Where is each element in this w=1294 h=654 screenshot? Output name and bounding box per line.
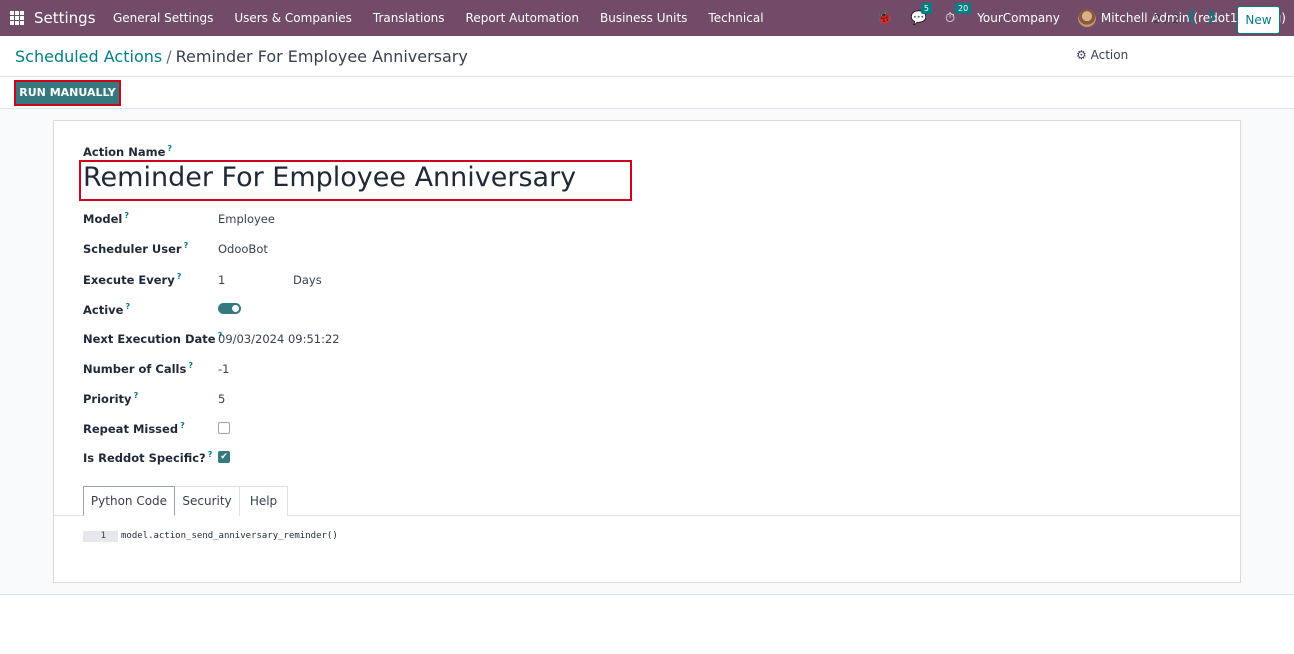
menu-report-automation[interactable]: Report Automation xyxy=(466,11,579,25)
breadcrumb: Scheduled Actions / Reminder For Employee … xyxy=(15,47,468,66)
apps-menu-icon[interactable] xyxy=(10,11,24,25)
priority-field[interactable]: 5 xyxy=(218,392,225,406)
chevron-right-icon[interactable]: ❯ xyxy=(1206,9,1217,24)
priority-label: Priority? xyxy=(83,391,139,406)
gear-icon: ⚙ xyxy=(1076,48,1087,62)
breadcrumb-separator: / xyxy=(166,47,172,66)
messages-icon[interactable]: 💬 5 xyxy=(911,2,932,26)
chevron-left-icon[interactable]: ❮ xyxy=(1186,9,1197,24)
execute-every-label: Execute Every? xyxy=(83,272,182,287)
menu-general-settings[interactable]: General Settings xyxy=(113,11,213,25)
tab-security[interactable]: Security xyxy=(174,486,240,516)
active-toggle[interactable] xyxy=(218,303,241,314)
company-switcher[interactable]: YourCompany xyxy=(977,11,1060,25)
tab-python-code[interactable]: Python Code xyxy=(83,486,175,516)
action-name-input[interactable]: Reminder For Employee Anniversary xyxy=(83,162,576,193)
breadcrumb-current: Reminder For Employee Anniversary xyxy=(175,47,468,66)
code-editor-line[interactable]: model.action_send_anniversary_reminder() xyxy=(121,531,338,542)
active-label: Active? xyxy=(83,302,131,317)
next-execution-field[interactable]: 09/03/2024 09:51:22 xyxy=(218,332,340,346)
run-manually-button[interactable]: RUN MANUALLY xyxy=(14,80,121,106)
activities-badge: 20 xyxy=(955,2,972,14)
scheduler-user-field[interactable]: OdooBot xyxy=(218,242,268,256)
top-navbar: Settings General Settings Users & Compan… xyxy=(0,0,1294,36)
app-brand[interactable]: Settings xyxy=(34,9,96,27)
code-line-number: 1 xyxy=(83,531,118,542)
scheduler-user-label: Scheduler User? xyxy=(83,241,189,256)
execute-every-unit-select[interactable]: Days xyxy=(293,273,322,287)
number-of-calls-label: Number of Calls? xyxy=(83,361,193,376)
avatar xyxy=(1077,9,1096,27)
action-name-label: Action Name? xyxy=(83,144,173,159)
next-execution-label: Next Execution Date? xyxy=(83,331,223,346)
navbar-systray: 🐞 💬 5 ⏱ 20 YourCompany Mitchell Admin (red… xyxy=(859,0,1286,36)
number-of-calls-field[interactable]: -1 xyxy=(218,362,229,376)
model-field[interactable]: Employee xyxy=(218,212,275,226)
menu-business-units[interactable]: Business Units xyxy=(600,11,687,25)
action-label: Action xyxy=(1090,48,1129,62)
menu-users-companies[interactable]: Users & Companies xyxy=(234,11,352,25)
control-panel: Scheduled Actions / Reminder For Employee … xyxy=(0,36,1294,77)
tab-help[interactable]: Help xyxy=(239,486,288,516)
breadcrumb-scheduled-actions[interactable]: Scheduled Actions xyxy=(15,47,162,66)
reddot-label: Is Reddot Specific?? xyxy=(83,450,213,465)
reddot-checkbox[interactable]: ✔ xyxy=(218,451,230,463)
menu-technical[interactable]: Technical xyxy=(708,11,763,25)
model-label: Model? xyxy=(83,211,129,226)
bug-icon[interactable]: 🐞 xyxy=(877,11,893,26)
menu-translations[interactable]: Translations xyxy=(373,11,445,25)
pager-value[interactable]: 2 / 2 xyxy=(1153,12,1180,26)
repeat-missed-label: Repeat Missed? xyxy=(83,421,185,436)
activities-clock-icon[interactable]: ⏱ 20 xyxy=(945,2,972,26)
repeat-missed-checkbox[interactable] xyxy=(218,422,230,434)
new-button[interactable]: New xyxy=(1237,6,1280,34)
messages-badge: 5 xyxy=(920,2,932,14)
execute-every-number-field[interactable]: 1 xyxy=(218,273,225,287)
main-menu: General Settings Users & Companies Trans… xyxy=(113,0,785,36)
action-menu-button[interactable]: ⚙ Action xyxy=(1076,48,1128,62)
status-bar: RUN MANUALLY xyxy=(0,77,1294,109)
